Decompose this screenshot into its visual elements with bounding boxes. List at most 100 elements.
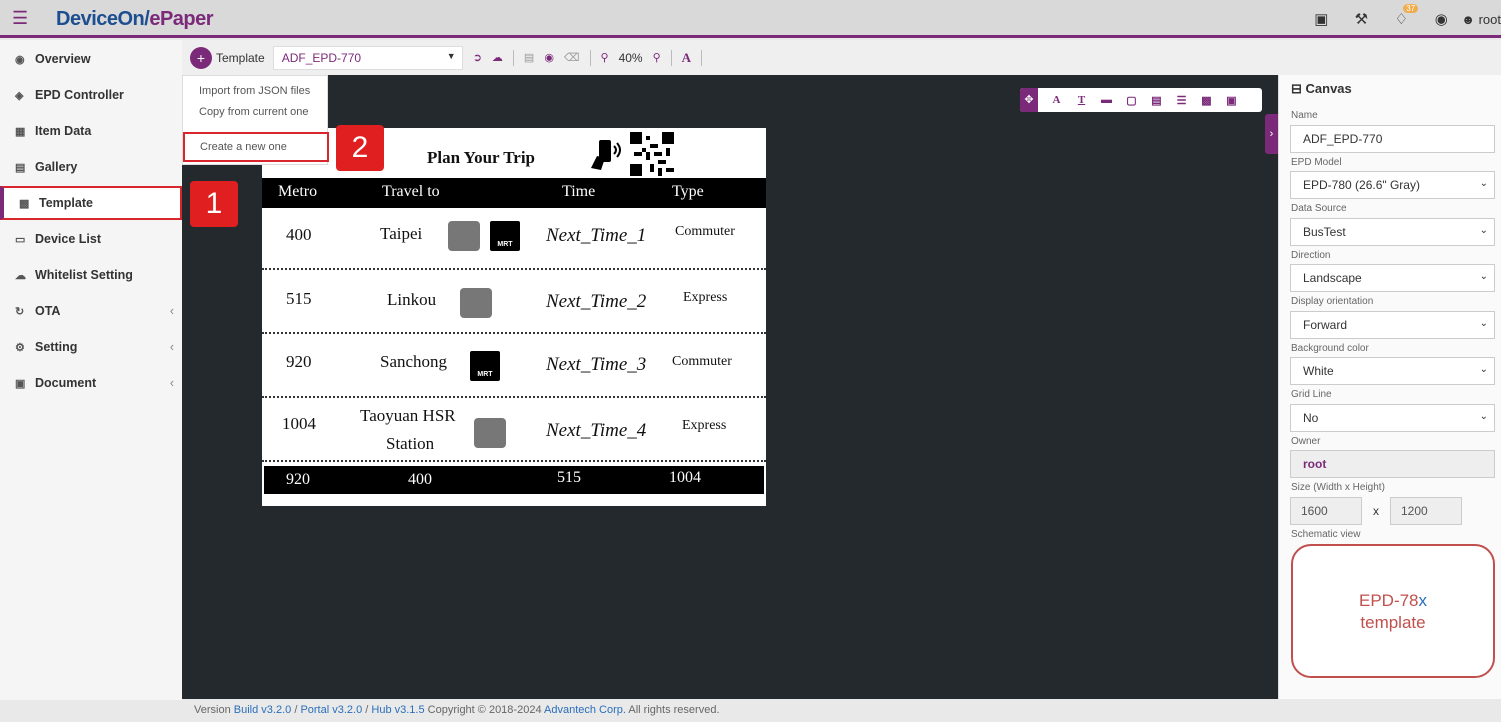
owner-field: root — [1290, 450, 1495, 478]
footer-copyright: Copyright © 2018-2024 — [427, 704, 542, 716]
step-marker-2: 2 — [336, 125, 384, 171]
model-select[interactable]: EPD-780 (26.6" Gray) ⌄ — [1290, 171, 1495, 199]
book-icon: ▣ — [15, 377, 26, 390]
tools-icon[interactable]: ⚒ — [1341, 10, 1381, 28]
bus-icon — [460, 288, 492, 318]
text-icon[interactable]: A — [1044, 94, 1069, 106]
add-template-button[interactable]: + — [190, 46, 212, 69]
object-icon[interactable]: ▣ — [1219, 94, 1244, 107]
chevron-left-icon: ‹ — [169, 340, 174, 354]
chevron-down-icon: ⌄ — [1479, 178, 1488, 189]
sidebar-item-device-list[interactable]: ▭ Device List — [0, 222, 182, 256]
name-field[interactable]: ADF_EPD-770 — [1290, 125, 1495, 153]
schematic-label: Schematic view — [1291, 529, 1361, 540]
mrt-label: MRT — [497, 241, 513, 248]
schematic-title: EPD-78 — [1358, 591, 1419, 610]
preview-header-row: Metro Travel to Time Type — [262, 178, 766, 208]
schematic-x: x — [1418, 591, 1428, 610]
row-time: Next_Time_1 — [546, 225, 647, 246]
portal-link[interactable]: Portal v3.2.0 — [300, 704, 362, 716]
sidebar-item-gallery[interactable]: ▤ Gallery — [0, 150, 182, 184]
image-icon[interactable]: ▤ — [1144, 94, 1169, 107]
corp-link[interactable]: Advantech Corp. — [544, 704, 626, 716]
canvas-properties-panel: ⊟ Canvas Name ADF_EPD-770 EPD Model EPD-… — [1278, 75, 1501, 699]
footer-separator: / — [294, 704, 298, 716]
line-icon[interactable]: ▬ — [1094, 94, 1119, 106]
divider — [589, 49, 591, 66]
sidebar-item-whitelist[interactable]: ☁ Whitelist Setting — [0, 258, 182, 292]
menu-item-create-new[interactable]: Create a new one — [183, 132, 329, 162]
element-toolbar: ✥ A T ▬ ▢ ▤ ☰ ▩ ▣ — [1020, 88, 1262, 112]
cloud-upload-icon[interactable]: ☁ — [492, 51, 503, 64]
template-select[interactable]: ADF_EPD-770 ▼ — [272, 45, 463, 70]
page-footer: Version Build v3.2.0 / Portal v3.2.0 / H… — [194, 704, 720, 716]
logo-accent: ePaper — [149, 8, 214, 30]
user-menu[interactable]: ☻ root — [1461, 12, 1501, 27]
bell-icon[interactable]: ♢ 37 — [1381, 4, 1421, 28]
sidebar-item-epd-controller[interactable]: ◈ EPD Controller — [0, 78, 182, 112]
sidebar: ◉ Overview ◈ EPD Controller ▦ Item Data ▤ Ga… — [0, 40, 182, 700]
panel-toggle-chevron-icon[interactable]: › — [1265, 114, 1278, 154]
sidebar-item-ota[interactable]: ↻ OTA ‹ — [0, 294, 182, 328]
zoom-in-icon[interactable]: ⚲ — [601, 51, 609, 64]
rectangle-icon[interactable]: ▢ — [1119, 94, 1144, 107]
save-icon[interactable]: ▤ — [524, 51, 534, 64]
width-field[interactable]: 1600 — [1290, 497, 1362, 525]
sidebar-item-overview[interactable]: ◉ Overview — [0, 42, 182, 76]
caret-down-icon: ▼ — [446, 50, 456, 61]
orientation-select[interactable]: Forward ⌄ — [1290, 311, 1495, 339]
direction-select[interactable]: Landscape ⌄ — [1290, 264, 1495, 292]
table-row: 400 Taipei MRT Next_Time_1 Commuter — [262, 208, 766, 270]
header-time: Time — [562, 183, 596, 200]
source-value: BusTest — [1303, 225, 1346, 239]
sidebar-item-item-data[interactable]: ▦ Item Data — [0, 114, 182, 148]
tag-icon: ◈ — [15, 89, 24, 102]
preview-eye-icon[interactable]: ◉ — [544, 51, 554, 64]
notification-badge: 37 — [1403, 4, 1419, 13]
sidebar-item-label: OTA — [35, 304, 61, 318]
mrt-icon: MRT — [470, 351, 500, 381]
schematic-view: EPD-78x template — [1291, 544, 1495, 678]
build-link[interactable]: Build v3.2.0 — [234, 704, 291, 716]
bg-color-select[interactable]: White ⌄ — [1290, 357, 1495, 385]
export-icon[interactable]: ➲ — [473, 51, 482, 64]
chevron-down-icon: ⌄ — [1479, 364, 1488, 375]
sidebar-item-setting[interactable]: ⚙ Setting ‹ — [0, 330, 182, 364]
add-icon[interactable]: ▣ — [1301, 10, 1341, 28]
text-box-icon[interactable]: T — [1069, 94, 1094, 106]
row-type: Commuter — [672, 354, 732, 369]
app-logo[interactable]: DeviceOn/ePaper — [56, 8, 214, 31]
grid-line-select[interactable]: No ⌄ — [1290, 404, 1495, 432]
row-metro: 515 — [286, 289, 312, 308]
template-preview[interactable]: Plan Your Trip Metro Travel to Time Type… — [262, 128, 766, 506]
direction-value: Landscape — [1303, 271, 1362, 285]
height-field[interactable]: 1200 — [1390, 497, 1462, 525]
move-icon[interactable]: ✥ — [1020, 88, 1038, 112]
trash-icon[interactable]: ⌫ — [564, 51, 580, 64]
menu-item-import-json[interactable]: Import from JSON files — [199, 85, 310, 97]
font-icon[interactable]: A — [682, 50, 691, 66]
globe-icon[interactable]: ◉ — [1421, 10, 1461, 28]
orientation-label: Display orientation — [1291, 296, 1374, 307]
row-metro: 1004 — [282, 414, 316, 433]
direction-label: Direction — [1291, 250, 1331, 261]
mrt-icon: MRT — [490, 221, 520, 251]
panel-title[interactable]: ⊟ Canvas — [1291, 81, 1352, 97]
hub-link[interactable]: Hub v3.1.5 — [371, 704, 424, 716]
schematic-subtitle: template — [1360, 613, 1426, 632]
footer-version: Version — [194, 704, 231, 716]
menu-item-copy-current[interactable]: Copy from current one — [199, 106, 308, 118]
sidebar-item-document[interactable]: ▣ Document ‹ — [0, 366, 182, 400]
menu-icon[interactable]: ☰ — [12, 8, 28, 29]
chevron-left-icon: ‹ — [169, 304, 174, 318]
barcode-icon[interactable]: ☰ — [1169, 94, 1194, 107]
sidebar-item-label: Item Data — [35, 124, 92, 138]
cogs-icon: ⚙ — [15, 341, 25, 354]
sidebar-item-label: Document — [35, 376, 97, 390]
source-select[interactable]: BusTest ⌄ — [1290, 218, 1495, 246]
zoom-out-icon[interactable]: ⚲ — [653, 51, 661, 64]
qrcode-icon[interactable]: ▩ — [1194, 94, 1219, 107]
sidebar-item-template[interactable]: ▩ Template — [0, 186, 182, 220]
footer-cell: 920 — [286, 471, 310, 488]
divider — [701, 49, 703, 66]
